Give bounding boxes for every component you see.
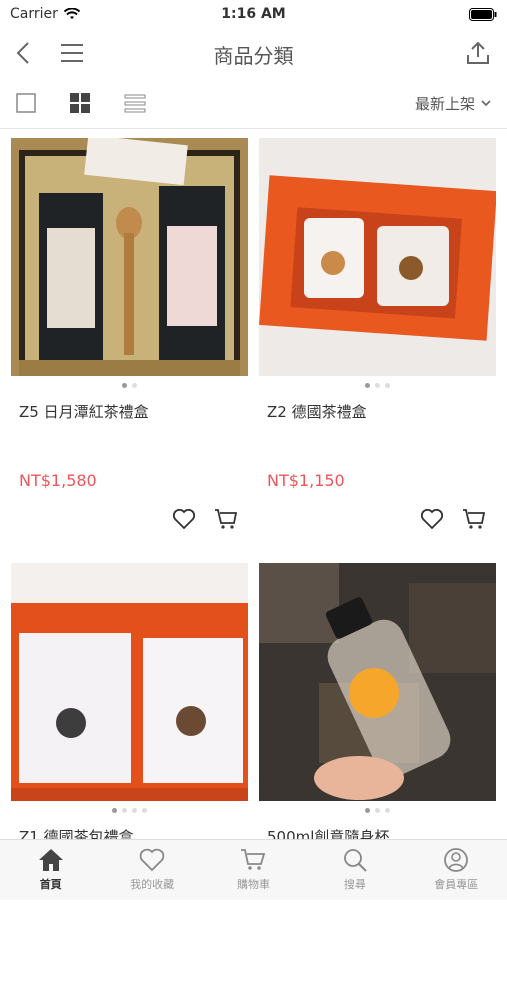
carousel-dots <box>11 804 248 816</box>
status-bar: Carrier 1:16 AM <box>0 0 507 28</box>
carousel-dots <box>259 804 496 816</box>
product-image[interactable] <box>259 138 496 376</box>
search-icon <box>343 849 367 872</box>
tab-home[interactable]: 首頁 <box>11 848 91 892</box>
tab-search[interactable]: 搜尋 <box>315 848 395 892</box>
nav-bar: 商品分類 <box>0 28 507 78</box>
carousel-dot <box>385 807 390 813</box>
back-icon[interactable] <box>16 41 30 65</box>
carousel-dot <box>122 382 127 388</box>
carousel-dot <box>142 807 147 813</box>
wifi-icon <box>63 8 80 19</box>
battery-icon <box>469 7 497 21</box>
product-image[interactable] <box>259 563 496 801</box>
tab-label: 購物車 <box>236 878 270 891</box>
view-toolbar: 最新上架 <box>0 78 507 129</box>
product-name[interactable]: Z2 德國茶禮盒 <box>259 391 496 461</box>
menu-icon[interactable] <box>60 43 84 63</box>
tab-cart[interactable]: 購物車 <box>213 848 293 892</box>
carousel-dot <box>375 807 380 813</box>
carousel-dot <box>132 807 137 813</box>
product-image[interactable] <box>11 563 248 801</box>
cart-icon <box>241 849 266 870</box>
cart-icon[interactable] <box>462 508 486 530</box>
single-view-icon[interactable] <box>16 93 36 113</box>
user-icon <box>444 848 469 872</box>
heart-icon <box>139 848 165 872</box>
tab-label: 我的收藏 <box>130 878 175 891</box>
sort-select[interactable]: 最新上架 <box>415 93 491 114</box>
grid-view-icon[interactable] <box>70 93 90 113</box>
carousel-dot <box>122 807 127 813</box>
home-icon <box>38 849 63 871</box>
carousel-dots <box>259 379 496 391</box>
chevron-down-icon <box>481 99 491 106</box>
tab-member[interactable]: 會員專區 <box>416 848 496 892</box>
carousel-dot <box>132 382 137 388</box>
heart-icon[interactable] <box>172 508 196 530</box>
product-card[interactable]: 500ml創意隨身杯 <box>259 563 496 988</box>
carousel-dot <box>365 807 370 813</box>
carrier-label: Carrier <box>10 6 58 22</box>
page-title: 商品分類 <box>213 44 294 68</box>
tab-favorites[interactable]: 我的收藏 <box>112 848 192 892</box>
product-name[interactable]: Z5 日月潭紅茶禮盒 <box>11 391 248 461</box>
heart-icon[interactable] <box>420 508 444 530</box>
product-card[interactable]: Z5 日月潭紅茶禮盒 NT$1,580 <box>11 138 248 563</box>
product-card[interactable]: Z2 德國茶禮盒 NT$1,150 <box>259 138 496 563</box>
tab-bar: 首頁 我的收藏 購物車 搜尋 會員專區 <box>0 839 507 900</box>
product-image[interactable] <box>11 138 248 376</box>
product-card[interactable]: Z1 德國茶包禮盒 <box>11 563 248 988</box>
status-time: 1:16 AM <box>221 6 286 22</box>
carousel-dot <box>385 382 390 388</box>
carousel-dot <box>365 382 370 388</box>
tab-label: 首頁 <box>39 878 62 891</box>
carousel-dots <box>11 379 248 391</box>
carousel-dot <box>112 807 117 813</box>
share-icon[interactable] <box>465 40 491 66</box>
tab-label: 會員專區 <box>434 878 479 891</box>
carousel-dot <box>375 382 380 388</box>
list-view-icon[interactable] <box>124 93 146 113</box>
product-price: NT$1,150 <box>267 471 345 490</box>
tab-label: 搜尋 <box>343 878 366 891</box>
product-price: NT$1,580 <box>19 471 97 490</box>
sort-label: 最新上架 <box>414 94 475 113</box>
cart-icon[interactable] <box>214 508 238 530</box>
